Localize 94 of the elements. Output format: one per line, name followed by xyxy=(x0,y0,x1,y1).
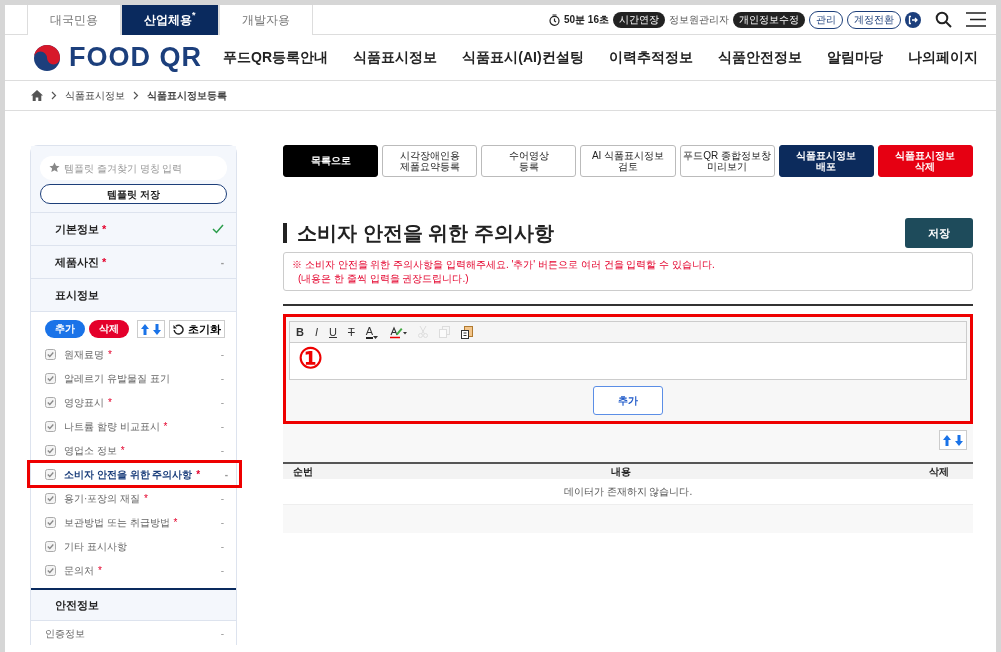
sidebar-item[interactable]: 인증정보 - xyxy=(31,621,236,645)
account-button[interactable]: 관리 xyxy=(809,10,843,29)
column-header: 삭제 xyxy=(929,465,950,479)
action-button[interactable]: 목록으로 xyxy=(283,145,379,177)
extend-button[interactable]: 시간연장 xyxy=(613,11,665,28)
clipboard-icon[interactable] xyxy=(461,325,474,339)
menu-icon[interactable] xyxy=(966,12,986,27)
section-title[interactable]: 안전정보 xyxy=(55,596,99,614)
nav-link[interactable]: 식품안전정보 xyxy=(717,47,802,68)
page-title: 소비자 안전을 위한 주의사항 xyxy=(283,223,554,243)
checkbox-checked-icon[interactable] xyxy=(45,444,56,456)
sidebar-item[interactable]: 용기·포장의 재질 * - xyxy=(31,486,236,510)
nav-link[interactable]: 나의페이지 xyxy=(908,47,978,68)
notice-text: ※ 소비자 안전을 위한 주의사항을 입력해주세요. '추가' 버튼으로 여러 건을 입력할 수 있습니다. xyxy=(292,258,716,272)
section-title[interactable]: 기본정보 xyxy=(55,220,99,238)
nav-link[interactable]: 이력추적정보 xyxy=(608,47,693,68)
checkbox-checked-icon[interactable] xyxy=(45,468,56,480)
arrow-down-icon[interactable] xyxy=(153,323,161,335)
audience-tab[interactable]: 산업체용$^{*}$ xyxy=(121,5,219,35)
column-header: 순번 xyxy=(293,465,313,479)
empty-message: 데이터가 존재하지 않습니다. xyxy=(563,485,693,499)
save-button[interactable]: 저장 xyxy=(905,218,973,248)
star-icon xyxy=(49,162,60,173)
move-buttons[interactable] xyxy=(137,320,165,338)
sidebar-item[interactable]: 나트륨 함량 비교표시 * - xyxy=(31,414,236,438)
add-button[interactable]: 추가 xyxy=(593,386,663,415)
logout-icon[interactable] xyxy=(905,11,921,28)
action-button[interactable]: 식품표시정보 배포 xyxy=(778,145,874,177)
nav-link[interactable]: 식품표시정보 xyxy=(353,47,438,68)
required-mark: * xyxy=(102,221,107,237)
action-button[interactable]: 시각장애인용 제품요약등록 xyxy=(382,145,478,177)
format-button[interactable]: T xyxy=(347,326,355,338)
timer-icon xyxy=(548,13,560,26)
session-timer: 50분 16초 xyxy=(563,13,609,27)
reset-icon xyxy=(173,323,184,335)
reset-button[interactable]: 초기화 xyxy=(169,320,225,338)
nav-link[interactable]: 푸드QR등록안내 xyxy=(223,47,328,68)
notice-text: (내용은 한 줄씩 입력을 권장드립니다.) xyxy=(297,271,470,285)
arrow-down-icon[interactable] xyxy=(955,434,963,446)
profile-button[interactable]: 개인정보수정 xyxy=(733,11,805,28)
audience-tab[interactable]: 개발자용 xyxy=(218,5,313,35)
user-name: 정보원관리자 xyxy=(669,13,729,27)
sidebar-item[interactable]: 기타 표시사항 - xyxy=(31,534,236,558)
checkbox-checked-icon[interactable] xyxy=(45,348,56,360)
checkbox-checked-icon[interactable] xyxy=(45,372,56,384)
logo-icon xyxy=(33,43,61,72)
home-icon[interactable] xyxy=(31,90,43,101)
font-color-button[interactable]: A xyxy=(365,325,379,339)
arrow-up-icon[interactable] xyxy=(141,323,149,335)
logo-text[interactable]: FOOD QR xyxy=(69,37,202,78)
action-button[interactable]: 식품표시정보 삭제 xyxy=(877,145,973,177)
template-name-field[interactable]: 템플릿 즐겨찾기 명칭 입력 xyxy=(40,156,227,180)
audience-tab[interactable]: 대국민용 xyxy=(27,5,121,35)
breadcrumb-link[interactable]: 식품표시정보 xyxy=(65,88,125,103)
section-title[interactable]: 표시정보 xyxy=(55,286,99,304)
move-buttons[interactable] xyxy=(939,430,967,450)
column-header: 내용 xyxy=(610,465,632,479)
chevron-icon xyxy=(133,91,139,100)
sidebar-item[interactable]: 문의처 * - xyxy=(31,558,236,582)
checkbox-checked-icon[interactable] xyxy=(45,516,56,528)
delete-button[interactable]: 삭제 xyxy=(89,320,129,338)
add-button[interactable]: 추가 xyxy=(45,320,85,338)
format-button[interactable]: U xyxy=(329,326,337,338)
section-title[interactable]: 제품사진 xyxy=(55,253,99,271)
nav-link[interactable]: 알림마당 xyxy=(826,47,883,68)
chevron-icon xyxy=(51,91,57,100)
highlighter-icon[interactable] xyxy=(389,325,408,339)
checkbox-checked-icon[interactable] xyxy=(45,492,56,504)
account-button[interactable]: 계정전환 xyxy=(847,10,901,29)
format-button[interactable]: B xyxy=(296,326,304,338)
sidebar-item[interactable]: 알레르기 유발물질 표기 - xyxy=(31,366,236,390)
sidebar-item[interactable]: 보관방법 또는 취급방법 * - xyxy=(31,510,236,534)
sidebar-item[interactable]: 소비자 안전을 위한 주의사항 * - xyxy=(29,462,240,486)
action-button[interactable]: AI 식품표시정보 검토 xyxy=(580,145,676,177)
status-dash: - xyxy=(220,255,224,270)
search-icon[interactable] xyxy=(935,11,952,28)
text-editor-area[interactable]: ① xyxy=(289,343,967,380)
sidebar-item[interactable]: 영업소 정보 * - xyxy=(31,438,236,462)
checkbox-checked-icon[interactable] xyxy=(45,564,56,576)
checkbox-checked-icon[interactable] xyxy=(45,396,56,408)
callout-number: ① xyxy=(298,343,323,374)
action-button[interactable]: 수어영상 등록 xyxy=(481,145,577,177)
format-button[interactable]: I xyxy=(314,326,318,338)
checkbox-checked-icon[interactable] xyxy=(45,540,56,552)
checkbox-checked-icon[interactable] xyxy=(45,420,56,432)
sidebar-item[interactable]: 영양표시 * - xyxy=(31,390,236,414)
template-save-button[interactable]: 템플릿 저장 xyxy=(40,184,227,204)
caret-icon xyxy=(373,335,379,339)
action-button[interactable]: 푸드QR 종합정보창 미리보기 xyxy=(679,145,775,177)
required-mark: * xyxy=(102,254,107,270)
arrow-up-icon[interactable] xyxy=(943,434,951,446)
breadcrumb-link[interactable]: 식품표시정보등록 xyxy=(147,88,227,103)
nav-link[interactable]: 식품표시(AI)컨설팅 xyxy=(462,47,584,68)
sidebar-item[interactable]: 원재료명 * - xyxy=(31,342,236,366)
